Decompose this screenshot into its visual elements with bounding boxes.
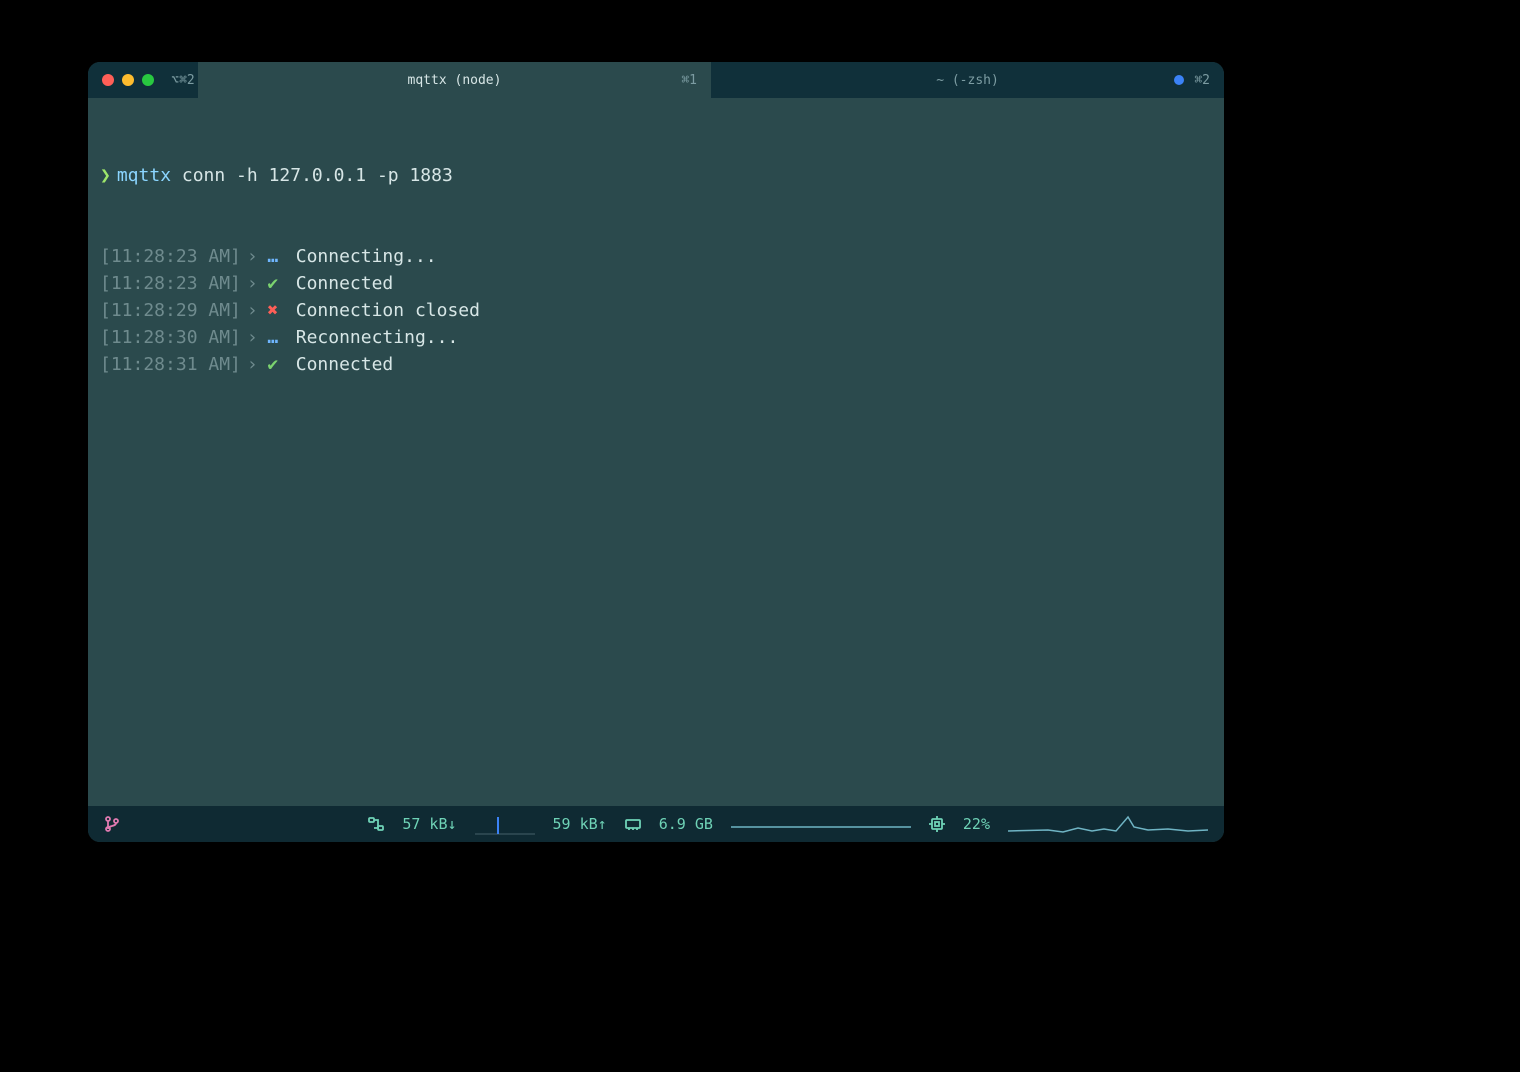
status-dots-icon: …	[264, 243, 282, 270]
log-message: Connecting...	[296, 243, 437, 270]
log-line: [11:28:23 AM]›✔ Connected	[100, 270, 1212, 297]
log-timestamp: [11:28:30 AM]	[100, 324, 241, 351]
log-line: [11:28:31 AM]›✔ Connected	[100, 351, 1212, 378]
log-line: [11:28:23 AM]›… Connecting...	[100, 243, 1212, 270]
split-pane-hint-label: ⌥⌘2	[171, 73, 194, 88]
ram-icon	[625, 816, 641, 832]
log-timestamp: [11:28:23 AM]	[100, 243, 241, 270]
log-timestamp: [11:28:31 AM]	[100, 351, 241, 378]
log-timestamp: [11:28:29 AM]	[100, 297, 241, 324]
titlebar: ⌥⌘2 mqttx (node) ⌘1 ~ (-zsh) ⌘2	[88, 62, 1224, 98]
log-message: Connection closed	[296, 297, 480, 324]
git-branch-icon	[104, 816, 120, 832]
cpu-value: 22%	[963, 815, 990, 833]
log-message: Connected	[296, 351, 394, 378]
log-message: Connected	[296, 270, 394, 297]
chevron-right-icon: ›	[247, 351, 258, 378]
chevron-right-icon: ›	[247, 297, 258, 324]
minimize-window-button[interactable]	[122, 74, 134, 86]
traffic-lights	[88, 62, 168, 98]
log-line: [11:28:30 AM]›… Reconnecting...	[100, 324, 1212, 351]
net-up: 59 kB↑	[553, 815, 607, 833]
command-args: conn -h 127.0.0.1 -p 1883	[182, 162, 453, 189]
fullscreen-window-button[interactable]	[142, 74, 154, 86]
net-down: 57 kB↓	[402, 815, 456, 833]
terminal-output[interactable]: ❯ mqttx conn -h 127.0.0.1 -p 1883 [11:28…	[88, 98, 1224, 806]
tab-zsh[interactable]: ~ (-zsh) ⌘2	[711, 62, 1224, 98]
prompt-caret: ❯	[100, 162, 111, 189]
prompt-line: ❯ mqttx conn -h 127.0.0.1 -p 1883	[100, 162, 1212, 189]
activity-dot-icon	[1174, 75, 1184, 85]
terminal-window: ⌥⌘2 mqttx (node) ⌘1 ~ (-zsh) ⌘2 ❯ mqttx …	[88, 62, 1224, 842]
close-window-button[interactable]	[102, 74, 114, 86]
status-check-icon: ✔	[264, 351, 282, 378]
chevron-right-icon: ›	[247, 270, 258, 297]
ram-value: 6.9 GB	[659, 815, 713, 833]
cpu-sparkline-icon	[1008, 813, 1208, 835]
chevron-right-icon: ›	[247, 324, 258, 351]
tab-label: mqttx (node)	[408, 73, 502, 88]
tab-shortcut: ⌘1	[681, 73, 697, 88]
log-message: Reconnecting...	[296, 324, 459, 351]
cpu-icon	[929, 816, 945, 832]
ram-sparkline-icon	[731, 813, 911, 835]
log-line: [11:28:29 AM]›✖ Connection closed	[100, 297, 1212, 324]
chevron-right-icon: ›	[247, 243, 258, 270]
network-icon	[368, 816, 384, 832]
command-binary: mqttx	[117, 162, 171, 189]
split-pane-hint: ⌥⌘2	[168, 62, 198, 98]
tab-shortcut: ⌘2	[1194, 73, 1210, 88]
status-cross-icon: ✖	[264, 297, 282, 324]
status-bar: 57 kB↓ 59 kB↑ 6.9 GB 22%	[88, 806, 1224, 842]
tab-label: ~ (-zsh)	[936, 73, 999, 88]
log-timestamp: [11:28:23 AM]	[100, 270, 241, 297]
net-sparkline-icon	[475, 813, 535, 835]
tab-mqttx[interactable]: mqttx (node) ⌘1	[198, 62, 711, 98]
status-check-icon: ✔	[264, 270, 282, 297]
status-dots-icon: …	[264, 324, 282, 351]
